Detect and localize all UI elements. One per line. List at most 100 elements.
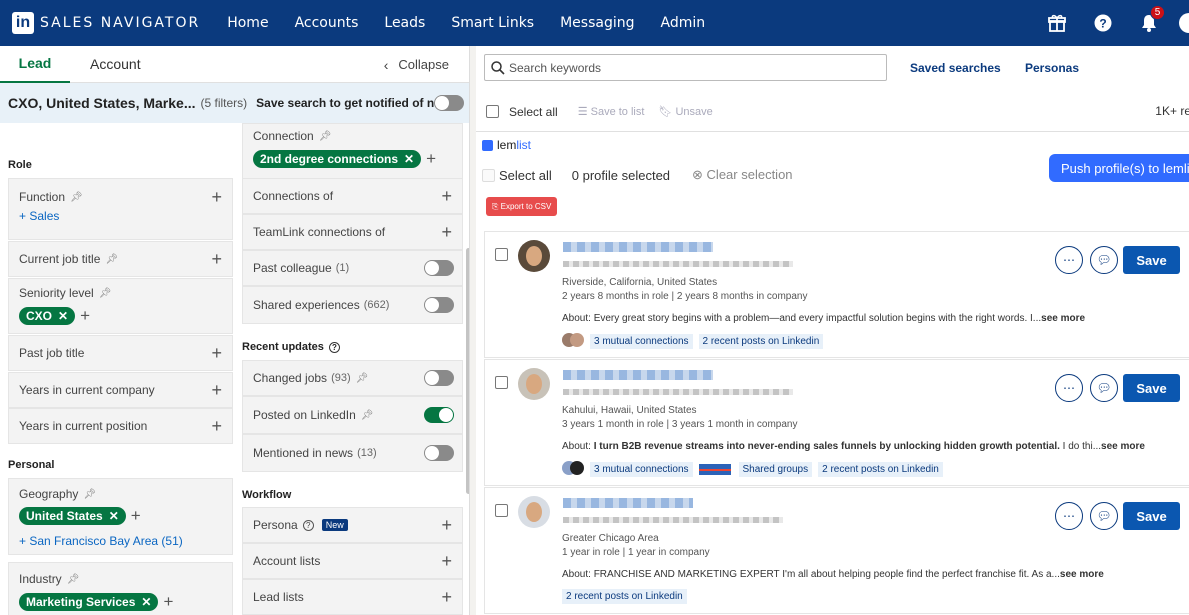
filter-mentioned-in-news[interactable]: Mentioned in news (13) xyxy=(242,434,463,472)
changed-jobs-toggle[interactable] xyxy=(424,370,454,386)
notifications-bell-icon[interactable]: 5 xyxy=(1139,5,1165,33)
add-past-job-title-icon[interactable]: + xyxy=(211,344,222,362)
pin-icon[interactable]: 📌︎ xyxy=(67,574,80,585)
filter-connections-of[interactable]: Connections of + xyxy=(242,178,463,214)
filter-industry[interactable]: Industry 📌︎ Marketing Services ✕ + xyxy=(8,562,233,615)
lead-checkbox[interactable] xyxy=(495,376,508,389)
add-teamlink-icon[interactable]: + xyxy=(441,223,452,241)
filter-past-job-title[interactable]: Past job title + xyxy=(8,335,233,371)
recent-posts-tag[interactable]: 2 recent posts on Linkedin xyxy=(698,333,824,349)
lead-name-blurred[interactable] xyxy=(563,242,713,252)
export-csv-button[interactable]: ⎘ Export to CSV xyxy=(486,197,558,216)
add-seniority-icon[interactable]: + xyxy=(80,306,90,326)
remove-chip-icon[interactable]: ✕ xyxy=(109,509,119,523)
filter-posted-on-linkedin[interactable]: Posted on LinkedIn 📌︎ xyxy=(242,396,463,434)
select-all-checkbox[interactable] xyxy=(486,105,499,118)
lead-checkbox[interactable] xyxy=(495,248,508,261)
nav-home[interactable]: Home xyxy=(227,15,268,31)
search-input[interactable] xyxy=(509,60,869,75)
filter-years-in-company[interactable]: Years in current company + xyxy=(8,372,233,408)
recent-posts-tag[interactable]: 2 recent posts on Linkedin xyxy=(562,589,687,604)
clear-selection-button[interactable]: ⊗ Clear selection xyxy=(692,167,793,183)
see-more-link[interactable]: see more xyxy=(1041,313,1085,324)
nav-admin[interactable]: Admin xyxy=(661,15,706,31)
filter-seniority-level[interactable]: Seniority level 📌︎ CXO ✕ + xyxy=(8,278,233,334)
connection-chip-2nd-degree[interactable]: 2nd degree connections ✕ xyxy=(253,150,422,168)
personas-link[interactable]: Personas xyxy=(1025,61,1079,75)
filter-scrollbar[interactable] xyxy=(466,248,469,494)
shared-groups-tag[interactable]: Shared groups xyxy=(738,461,813,477)
see-more-link[interactable]: see more xyxy=(1060,569,1104,580)
tab-lead[interactable]: Lead xyxy=(0,46,70,83)
pin-icon[interactable]: 📌︎ xyxy=(70,192,83,203)
shared-exp-toggle[interactable] xyxy=(424,297,454,313)
remove-chip-icon[interactable]: ✕ xyxy=(141,595,151,609)
pin-icon[interactable]: 📌︎ xyxy=(356,373,369,384)
unsave-button[interactable]: 🔖︎ Unsave xyxy=(658,105,712,118)
mutual-connections-tag[interactable]: 3 mutual connections xyxy=(590,333,693,349)
past-colleague-toggle[interactable] xyxy=(424,260,454,276)
add-geography-icon[interactable]: + xyxy=(131,506,141,526)
filter-function[interactable]: Function 📌︎ + Sales + xyxy=(8,178,233,240)
help-icon[interactable]: ? xyxy=(1093,13,1113,33)
nav-smart-links[interactable]: Smart Links xyxy=(451,15,534,31)
tab-account[interactable]: Account xyxy=(70,46,161,83)
add-years-company-icon[interactable]: + xyxy=(211,381,222,399)
lead-name-blurred[interactable] xyxy=(563,370,713,380)
posted-toggle[interactable] xyxy=(424,407,454,423)
filter-shared-experiences[interactable]: Shared experiences (662) xyxy=(242,286,463,324)
see-more-link[interactable]: see more xyxy=(1101,441,1145,452)
add-function-icon[interactable]: + xyxy=(211,188,222,206)
remove-chip-icon[interactable]: ✕ xyxy=(58,309,68,323)
sales-navigator-logo[interactable]: in SALES NAVIGATOR xyxy=(12,12,200,34)
add-connection-icon[interactable]: + xyxy=(426,149,436,169)
message-button[interactable]: 💬︎ xyxy=(1090,246,1118,274)
message-button[interactable]: 💬︎ xyxy=(1090,374,1118,402)
filter-connection[interactable]: Connection 📌︎ 2nd degree connections ✕ + xyxy=(242,123,463,179)
remove-chip-icon[interactable]: ✕ xyxy=(404,152,414,166)
profile-avatar-partial[interactable] xyxy=(1175,13,1189,33)
industry-chip-marketing-services[interactable]: Marketing Services ✕ xyxy=(19,593,159,611)
geography-sf-bay-link[interactable]: + San Francisco Bay Area (51) xyxy=(19,534,232,548)
filter-lead-lists[interactable]: Lead lists + xyxy=(242,579,463,615)
push-to-lemlist-button[interactable]: Push profile(s) to lemli xyxy=(1049,154,1189,182)
seniority-chip-cxo[interactable]: CXO ✕ xyxy=(19,307,76,325)
filter-geography[interactable]: Geography 📌︎ United States ✕ + + San Franc… xyxy=(8,478,233,555)
lead-name-blurred[interactable] xyxy=(563,498,693,508)
save-to-list-button[interactable]: ☰ Save to list xyxy=(578,105,645,118)
function-sales-link[interactable]: + Sales xyxy=(19,209,232,223)
saved-searches-link[interactable]: Saved searches xyxy=(910,61,1001,75)
lead-avatar[interactable] xyxy=(518,368,550,400)
pin-icon[interactable]: 📌︎ xyxy=(99,288,112,299)
pin-icon[interactable]: 📌︎ xyxy=(83,489,96,500)
search-box[interactable] xyxy=(484,54,887,81)
pin-icon[interactable]: 📌︎ xyxy=(105,254,118,265)
lead-checkbox[interactable] xyxy=(495,504,508,517)
nav-accounts[interactable]: Accounts xyxy=(295,15,359,31)
collapse-button[interactable]: ‹ Collapse xyxy=(384,46,449,83)
filter-current-job-title[interactable]: Current job title 📌︎ + xyxy=(8,241,233,277)
message-button[interactable]: 💬︎ xyxy=(1090,502,1118,530)
add-account-lists-icon[interactable]: + xyxy=(441,552,452,570)
save-lead-button[interactable]: Save xyxy=(1123,502,1180,530)
recent-posts-tag[interactable]: 2 recent posts on Linkedin xyxy=(818,461,943,477)
more-options-button[interactable]: ⋯ xyxy=(1055,502,1083,530)
add-connections-of-icon[interactable]: + xyxy=(441,187,452,205)
filter-years-in-position[interactable]: Years in current position + xyxy=(8,408,233,444)
gift-icon[interactable] xyxy=(1047,13,1067,33)
mutual-connections-tag[interactable]: 3 mutual connections xyxy=(590,461,693,477)
save-lead-button[interactable]: Save xyxy=(1123,246,1180,274)
help-icon[interactable]: ? xyxy=(328,341,340,353)
filter-account-lists[interactable]: Account lists + xyxy=(242,543,463,579)
filter-teamlink[interactable]: TeamLink connections of + xyxy=(242,214,463,250)
filter-changed-jobs[interactable]: Changed jobs (93) 📌︎ xyxy=(242,360,463,396)
nav-leads[interactable]: Leads xyxy=(384,15,425,31)
geography-chip-united-states[interactable]: United States ✕ xyxy=(19,507,126,525)
add-lead-lists-icon[interactable]: + xyxy=(441,588,452,606)
more-options-button[interactable]: ⋯ xyxy=(1055,246,1083,274)
filter-persona[interactable]: Persona ? New + xyxy=(242,507,463,543)
more-options-button[interactable]: ⋯ xyxy=(1055,374,1083,402)
save-lead-button[interactable]: Save xyxy=(1123,374,1180,402)
mentioned-toggle[interactable] xyxy=(424,445,454,461)
add-persona-icon[interactable]: + xyxy=(441,516,452,534)
